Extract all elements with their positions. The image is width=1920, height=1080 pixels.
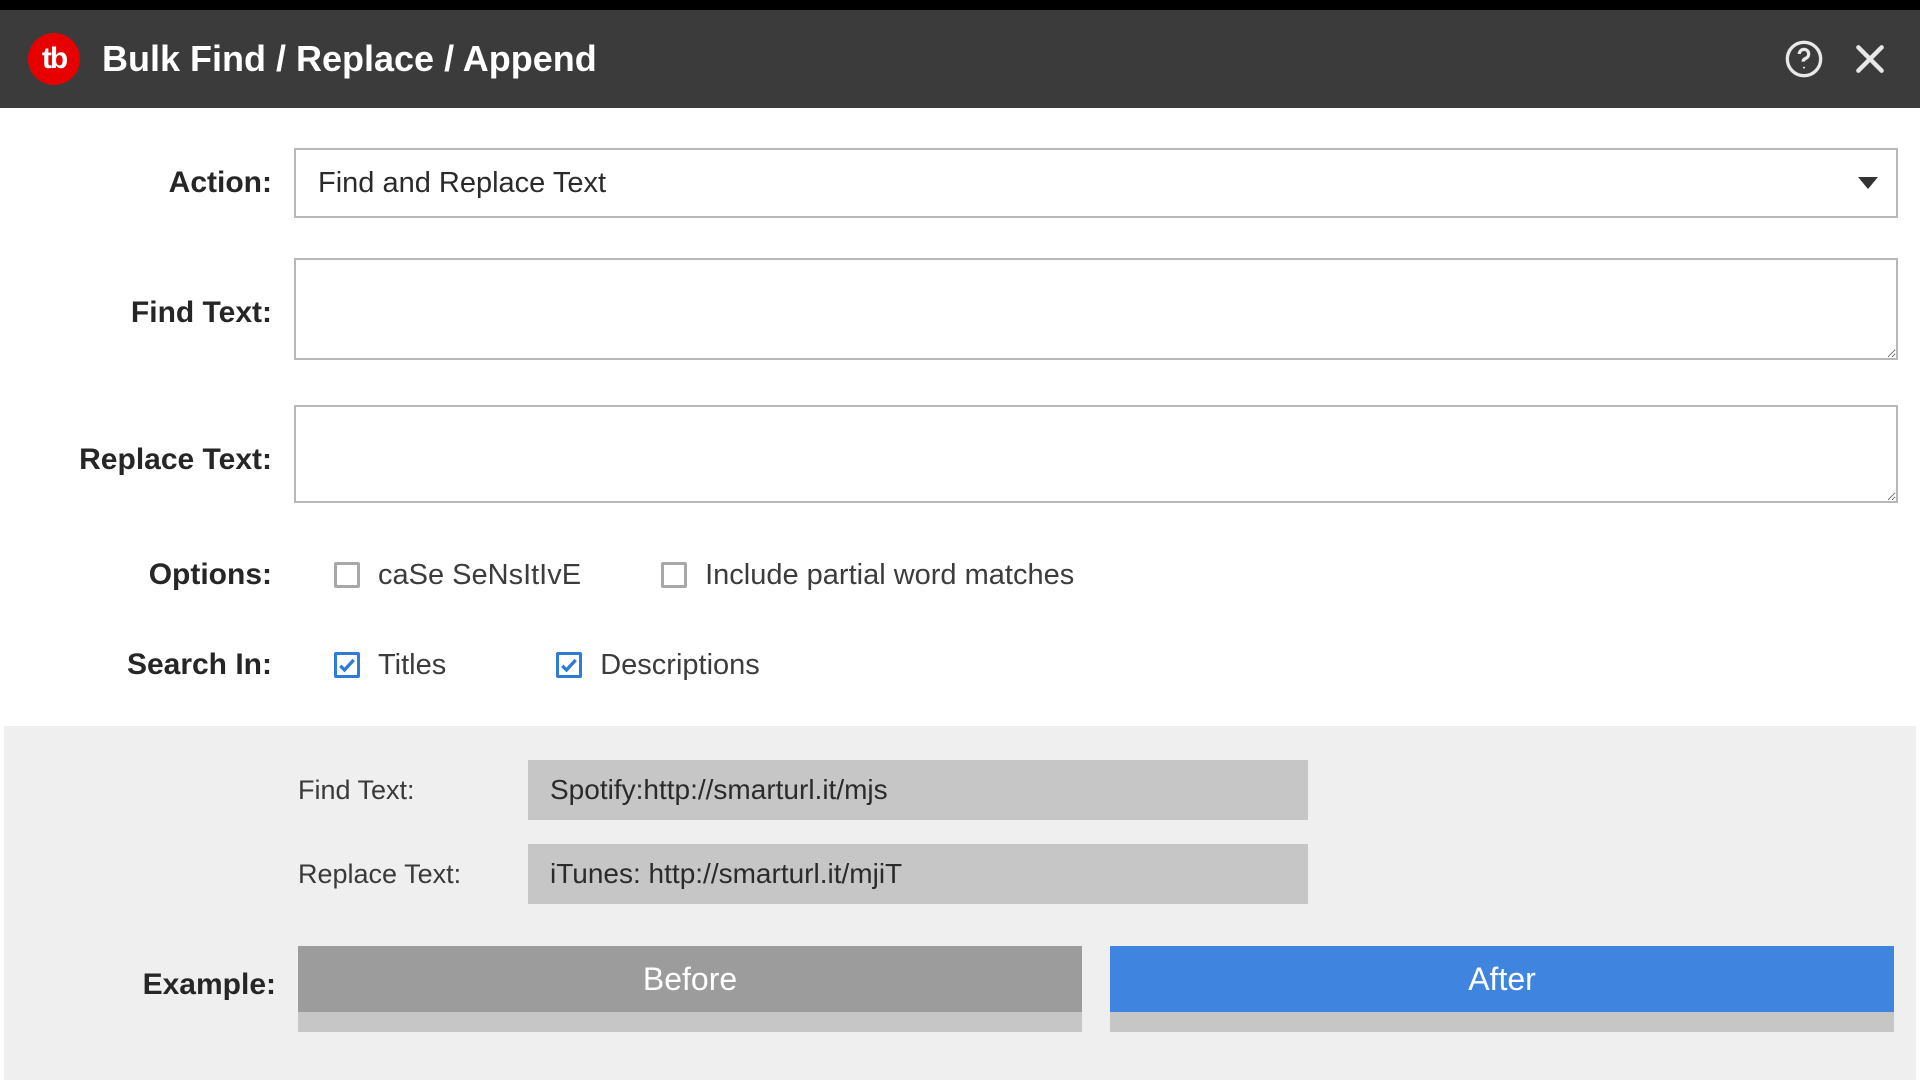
example-find-value: Spotify:http://smarturl.it/mjs <box>528 760 1308 820</box>
find-text-row: Find Text: <box>0 258 1920 365</box>
action-select[interactable]: Find and Replace Text <box>294 148 1898 218</box>
dialog-body: Action: Find and Replace Text Find Text:… <box>0 108 1920 1080</box>
example-replace-value: iTunes: http://smarturl.it/mjiT <box>528 844 1308 904</box>
example-find-label: Find Text: <box>298 775 528 806</box>
after-column: After <box>1110 946 1894 1032</box>
help-button[interactable] <box>1782 37 1826 81</box>
replace-text-row: Replace Text: <box>0 405 1920 508</box>
case-sensitive-label: caSe SeNsItIvE <box>378 559 581 592</box>
checkbox-box <box>556 652 582 678</box>
example-replace-row: Replace Text: iTunes: http://smarturl.it… <box>298 844 1894 904</box>
example-label: Example: <box>143 968 276 1001</box>
chevron-down-icon <box>1858 177 1878 189</box>
titles-checkbox[interactable]: Titles <box>334 649 446 682</box>
replace-text-label: Replace Text: <box>22 405 294 477</box>
after-body <box>1110 1012 1894 1032</box>
after-header: After <box>1110 946 1894 1012</box>
checkbox-box <box>334 652 360 678</box>
replace-text-input[interactable] <box>294 405 1898 503</box>
example-replace-label: Replace Text: <box>298 859 528 890</box>
checkmark-icon <box>337 654 357 676</box>
close-icon <box>1850 39 1890 79</box>
checkmark-icon <box>559 654 579 676</box>
before-body <box>298 1012 1082 1032</box>
find-text-input[interactable] <box>294 258 1898 360</box>
checkbox-box <box>334 562 360 588</box>
descriptions-checkbox[interactable]: Descriptions <box>556 649 760 682</box>
close-button[interactable] <box>1848 37 1892 81</box>
descriptions-label: Descriptions <box>600 649 760 682</box>
search-in-label: Search In: <box>22 648 294 682</box>
case-sensitive-checkbox[interactable]: caSe SeNsItIvE <box>334 559 581 592</box>
before-column: Before <box>298 946 1082 1032</box>
action-label: Action: <box>22 166 294 200</box>
partial-match-label: Include partial word matches <box>705 559 1074 592</box>
dialog-title: Bulk Find / Replace / Append <box>102 38 597 80</box>
before-after-row: Before After <box>298 946 1894 1032</box>
example-section: Example: Find Text: Spotify:http://smart… <box>4 726 1916 1080</box>
before-header: Before <box>298 946 1082 1012</box>
partial-match-checkbox[interactable]: Include partial word matches <box>661 559 1074 592</box>
search-in-row: Search In: Titles Descriptions <box>0 648 1920 682</box>
action-row: Action: Find and Replace Text <box>0 148 1920 218</box>
find-text-label: Find Text: <box>22 258 294 330</box>
window-chrome-top <box>0 0 1920 10</box>
options-label: Options: <box>22 558 294 592</box>
titles-label: Titles <box>378 649 446 682</box>
action-select-value: Find and Replace Text <box>318 167 606 200</box>
help-icon <box>1784 39 1824 79</box>
example-find-row: Find Text: Spotify:http://smarturl.it/mj… <box>298 760 1894 820</box>
dialog-header: tb Bulk Find / Replace / Append <box>0 10 1920 108</box>
tubebuddy-logo: tb <box>28 33 80 85</box>
options-row: Options: caSe SeNsItIvE Include partial … <box>0 558 1920 592</box>
logo-text: tb <box>42 42 66 76</box>
checkbox-box <box>661 562 687 588</box>
